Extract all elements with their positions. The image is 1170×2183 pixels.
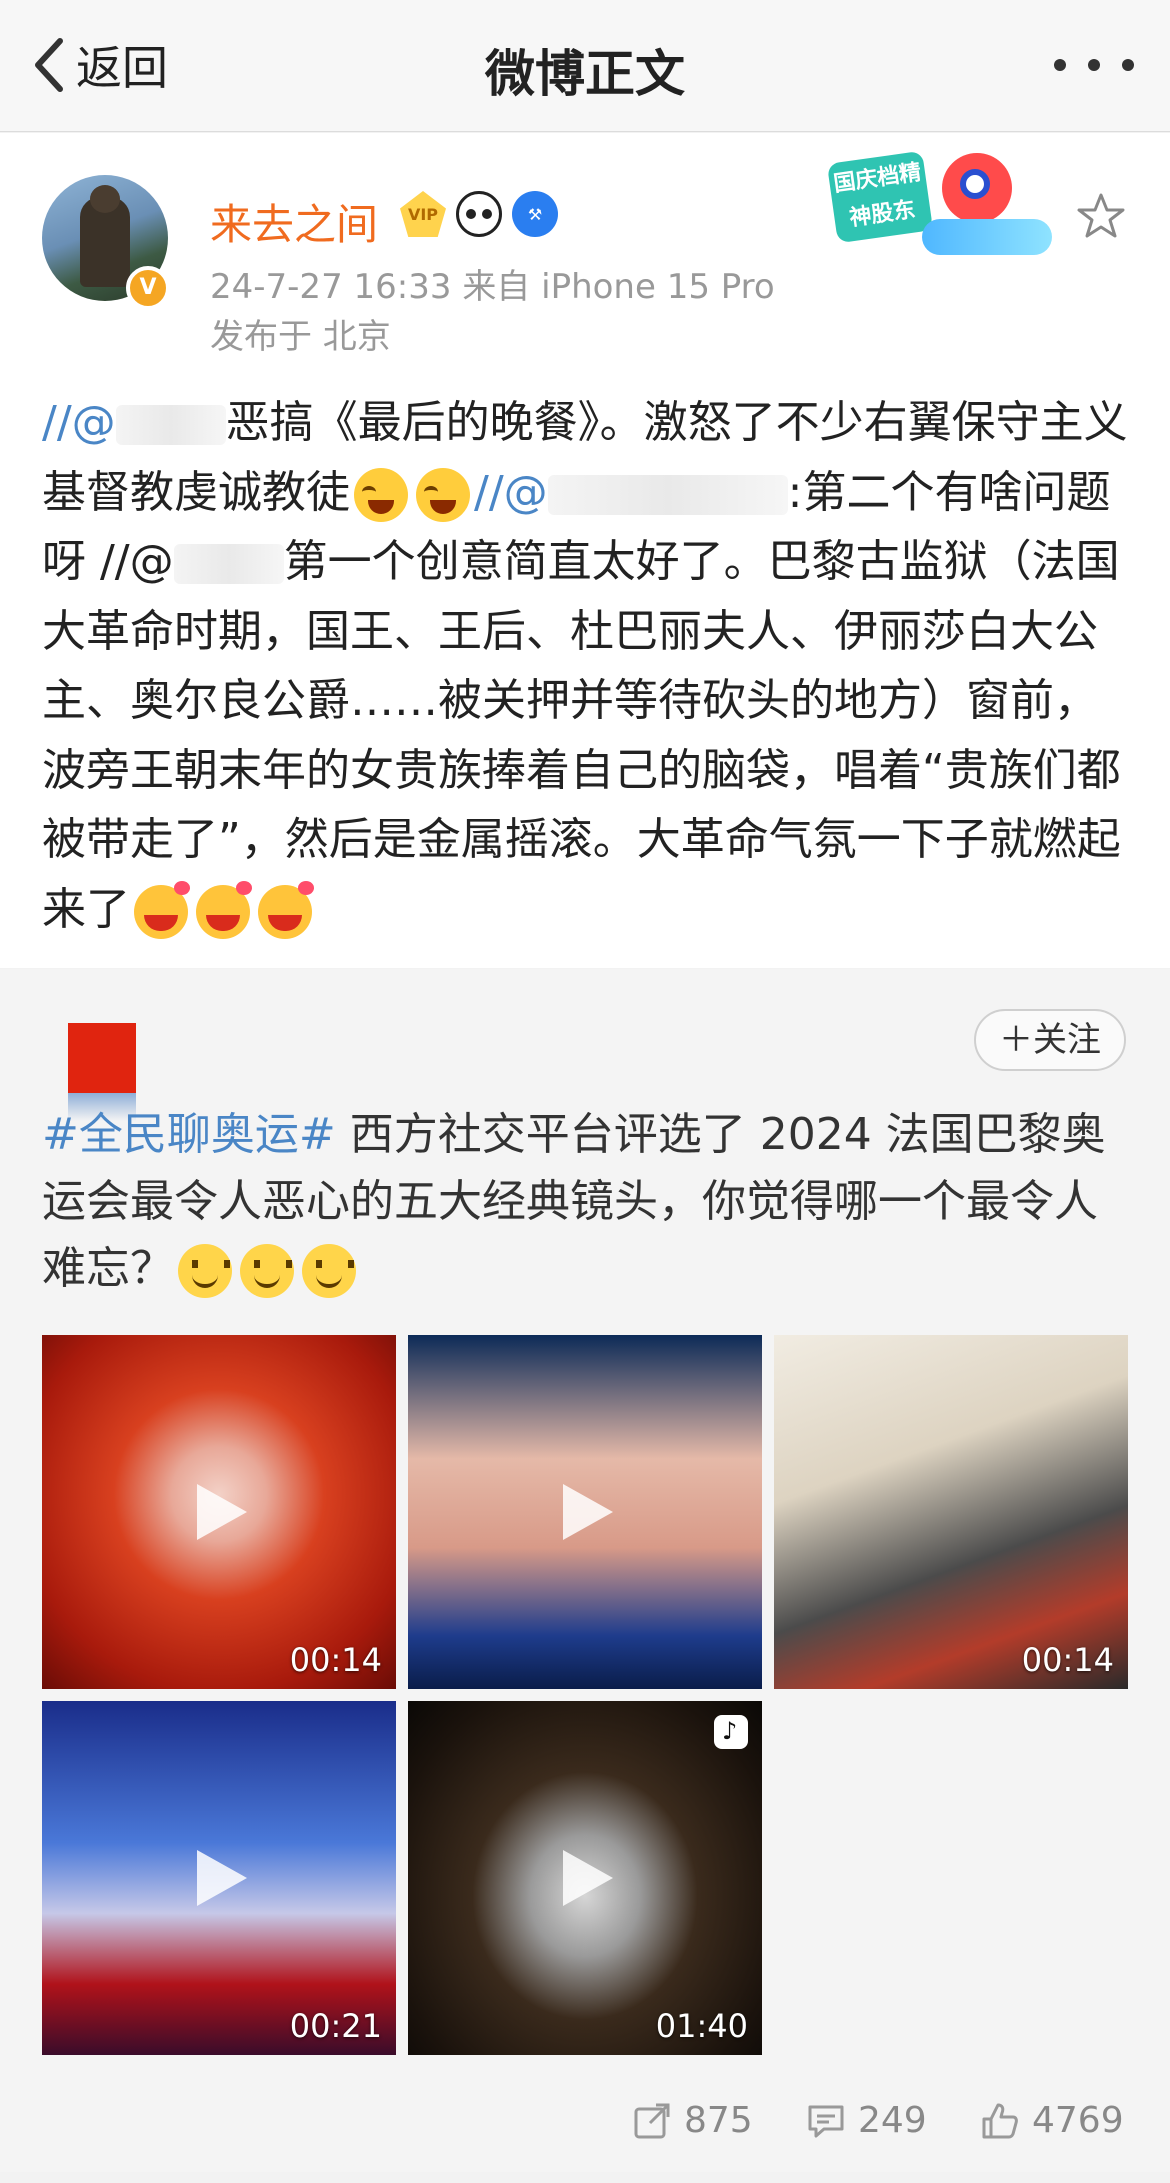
post-body: //@ 恶搞《最后的晚餐》。激怒了不少右翼保守主义基督教虔诚教徒//@:第二个有啥… xyxy=(42,388,1132,944)
share-icon xyxy=(634,2103,670,2138)
redacted-username xyxy=(547,474,788,515)
topic-link[interactable]: #全民聊奥运# xyxy=(42,1109,336,1160)
comment-button[interactable]: 249 xyxy=(806,2100,927,2141)
tiktok-logo-icon xyxy=(714,1715,748,1749)
video-duration: 00:14 xyxy=(289,1641,382,1679)
play-icon xyxy=(197,1484,247,1540)
repost-body: #全民聊奥运# 西方社交平台评选了 2024 法国巴黎奥运会最令人恶心的五大经典… xyxy=(42,1101,1132,1302)
laugh-cry-emoji-icon xyxy=(416,467,470,522)
verified-badge-icon: V xyxy=(126,266,170,310)
username[interactable]: 来去之间 xyxy=(210,191,378,252)
page-title: 微博正文 xyxy=(485,45,685,103)
follow-button[interactable]: ＋关注 xyxy=(974,1009,1126,1071)
post-timestamp: 24-7-27 16:33 xyxy=(210,267,452,307)
video-thumbnail[interactable]: 00:14 xyxy=(774,1335,1128,1689)
comment-count: 249 xyxy=(858,2100,927,2141)
chevron-left-icon xyxy=(35,38,63,92)
mention-link[interactable]: //@ xyxy=(474,467,548,518)
star-icon[interactable] xyxy=(1076,191,1126,241)
vip-diamond-icon[interactable]: VIP xyxy=(400,191,446,237)
wave-icon xyxy=(922,219,1052,255)
hammer-badge-icon[interactable]: ⚒ xyxy=(512,191,558,237)
panda-icon[interactable] xyxy=(456,191,502,237)
user-badges: VIP ⚒ xyxy=(400,191,558,237)
promo-label: 国庆档精神股东 xyxy=(826,150,934,244)
post-location: 发布于 北京 xyxy=(210,317,391,357)
like-count: 4769 xyxy=(1032,2100,1124,2141)
play-icon xyxy=(197,1850,247,1906)
video-thumbnail[interactable]: 00:21 xyxy=(42,1701,396,2055)
more-dot-icon xyxy=(1054,59,1066,71)
video-duration: 00:14 xyxy=(1021,1641,1114,1679)
video-thumbnail[interactable]: 00:14 xyxy=(42,1335,396,1689)
love-emoji-icon xyxy=(134,880,190,939)
smile-emoji-icon xyxy=(302,1244,356,1298)
more-options-button[interactable] xyxy=(1054,50,1134,80)
video-duration: 00:21 xyxy=(289,2007,382,2045)
comment-icon xyxy=(808,2105,844,2137)
post-meta: 24-7-27 16:33 来自 iPhone 15 Pro xyxy=(210,259,775,308)
share-count: 875 xyxy=(684,2100,753,2141)
back-button[interactable]: 返回 xyxy=(30,30,168,100)
share-button[interactable]: 875 xyxy=(632,2100,753,2141)
video-duration: 01:40 xyxy=(655,2007,748,2045)
video-thumbnail[interactable] xyxy=(408,1335,762,1689)
love-emoji-icon xyxy=(196,880,252,939)
post-card: V 来去之间 VIP ⚒ 24-7-27 16:33 来自 iPhone 15 … xyxy=(0,133,1170,968)
redacted-username xyxy=(115,405,226,445)
play-icon xyxy=(563,1850,613,1906)
original-author-avatar[interactable] xyxy=(68,1023,136,1093)
action-bar: 875 249 4769 xyxy=(0,2072,1170,2172)
like-button[interactable]: 4769 xyxy=(980,2100,1124,2141)
thumbs-up-icon xyxy=(982,2103,1018,2138)
nav-bar: 返回 微博正文 xyxy=(0,0,1170,132)
promo-sticker[interactable]: 国庆档精神股东 xyxy=(826,139,1062,279)
love-emoji-icon xyxy=(258,880,314,939)
post-source: 来自 iPhone 15 Pro xyxy=(462,267,775,307)
mascot-icon xyxy=(942,153,1012,223)
more-dot-icon xyxy=(1088,59,1100,71)
mention-link[interactable]: //@ xyxy=(42,397,116,448)
post-text-segment: 第一个创意简直太好了。巴黎古监狱（法国大革命时期，国王、王后、杜巴丽夫人、伊丽莎… xyxy=(42,536,1121,935)
more-dot-icon xyxy=(1122,59,1134,71)
redacted-username xyxy=(173,544,284,584)
reposted-card[interactable]: ＋关注 #全民聊奥运# 西方社交平台评选了 2024 法国巴黎奥运会最令人恶心的… xyxy=(0,969,1170,2149)
laugh-cry-emoji-icon xyxy=(354,467,408,522)
smile-emoji-icon xyxy=(178,1244,232,1298)
play-icon xyxy=(563,1484,613,1540)
video-thumbnail[interactable]: 01:40 xyxy=(408,1701,762,2055)
back-label: 返回 xyxy=(76,41,168,95)
smile-emoji-icon xyxy=(240,1244,294,1298)
